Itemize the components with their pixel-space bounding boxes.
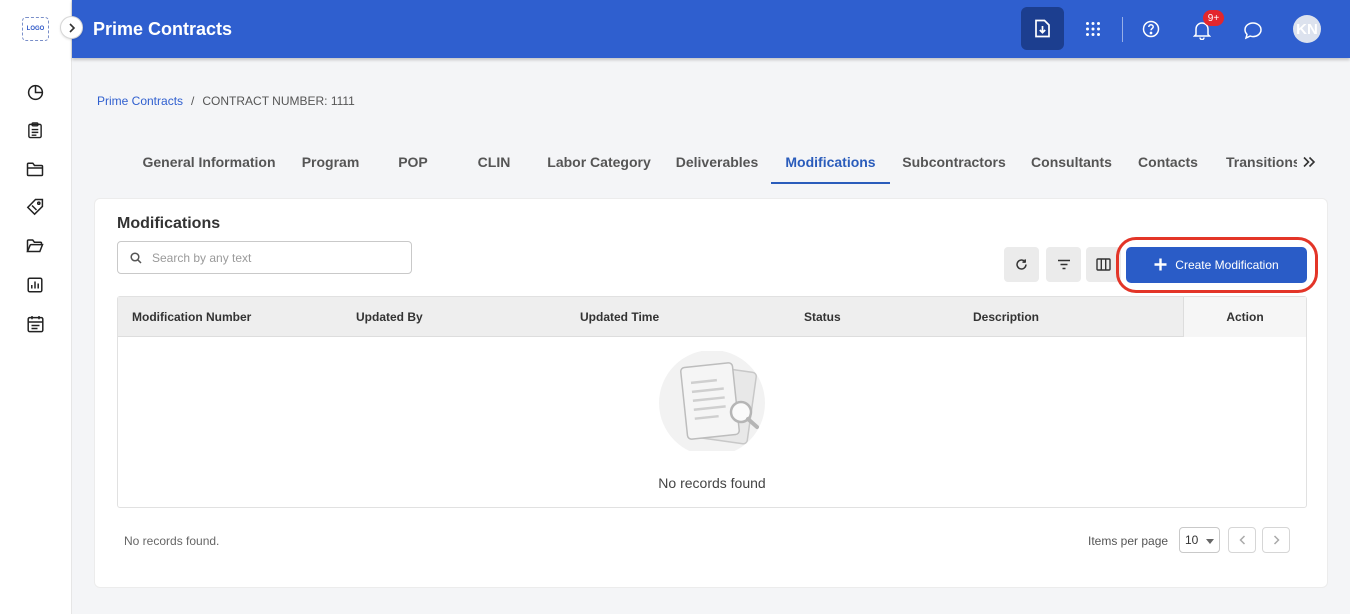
tabs-scroll-right-button[interactable] [1296, 148, 1322, 176]
column-header-status[interactable]: Status [804, 297, 841, 337]
folder-icon[interactable] [25, 159, 45, 179]
breadcrumb-separator: / [191, 94, 195, 108]
search-icon [130, 251, 142, 264]
column-header-action: Action [1183, 297, 1306, 337]
filter-button[interactable] [1046, 247, 1081, 282]
previous-page-button[interactable] [1228, 527, 1256, 553]
panel-title: Modifications [117, 215, 221, 232]
next-page-button[interactable] [1262, 527, 1290, 553]
double-chevron-right-icon [1303, 156, 1316, 168]
breadcrumb: Prime Contracts / CONTRACT NUMBER: 1111 [97, 94, 355, 108]
tab-transitions[interactable]: Transitions [1211, 146, 1297, 184]
breadcrumb-link-prime-contracts[interactable]: Prime Contracts [97, 94, 183, 108]
tab-pop[interactable]: POP [373, 146, 453, 184]
top-bar: Prime Contracts 9+ KN [72, 0, 1350, 58]
tag-icon[interactable] [25, 197, 45, 217]
dashboard-pie-icon[interactable] [25, 82, 45, 102]
tab-general-information[interactable]: General Information [130, 146, 288, 184]
chevron-right-icon [68, 22, 75, 33]
tab-program[interactable]: Program [288, 146, 373, 184]
help-icon[interactable] [1141, 19, 1161, 39]
search-input[interactable] [152, 250, 392, 265]
column-header-updated-by[interactable]: Updated By [356, 297, 423, 337]
columns-button[interactable] [1086, 247, 1121, 282]
tab-modifications[interactable]: Modifications [771, 146, 890, 184]
user-avatar[interactable]: KN [1293, 15, 1321, 43]
modifications-panel: Modifications Create Modification Modifi… [94, 198, 1328, 588]
tab-clin[interactable]: CLIN [453, 146, 535, 184]
download-button[interactable] [1021, 7, 1064, 50]
clipboard-icon[interactable] [25, 120, 45, 140]
tab-deliverables[interactable]: Deliverables [663, 146, 771, 184]
record-count-text: No records found. [124, 534, 220, 548]
column-header-modification-number[interactable]: Modification Number [132, 297, 251, 337]
refresh-icon [1016, 259, 1027, 270]
app-grid-icon[interactable] [1083, 19, 1103, 39]
breadcrumb-current: CONTRACT NUMBER: 1111 [202, 94, 355, 108]
logo: LOGO [22, 17, 49, 41]
dropdown-caret-icon [1206, 539, 1214, 544]
chevron-right-icon [1273, 535, 1280, 545]
create-modification-button[interactable]: Create Modification [1126, 247, 1307, 283]
column-header-description[interactable]: Description [973, 297, 1039, 337]
app-title: Prime Contracts [93, 19, 233, 39]
empty-state-message: No records found [658, 475, 766, 491]
calendar-icon[interactable] [25, 314, 45, 334]
top-bar-divider [1122, 17, 1123, 42]
tab-labor-category[interactable]: Labor Category [535, 146, 663, 184]
columns-icon [1096, 258, 1111, 271]
file-download-icon [1035, 19, 1050, 38]
items-per-page-select[interactable]: 10 [1179, 527, 1220, 553]
empty-documents-illustration [659, 351, 765, 451]
table-header: Modification Number Updated By Updated T… [118, 297, 1306, 337]
plus-icon [1154, 255, 1167, 275]
folder-open-icon[interactable] [25, 236, 45, 256]
modifications-table: Modification Number Updated By Updated T… [117, 296, 1307, 508]
chat-icon[interactable] [1242, 19, 1264, 41]
report-chart-icon[interactable] [25, 275, 45, 295]
sidebar-toggle-button[interactable] [60, 16, 83, 39]
tab-consultants[interactable]: Consultants [1018, 146, 1125, 184]
tab-contacts[interactable]: Contacts [1125, 146, 1211, 184]
filter-icon [1057, 259, 1070, 270]
create-modification-label: Create Modification [1175, 258, 1279, 272]
column-header-updated-time[interactable]: Updated Time [580, 297, 659, 337]
tab-subcontractors[interactable]: Subcontractors [890, 146, 1018, 184]
notification-badge: 9+ [1203, 10, 1224, 26]
refresh-button[interactable] [1004, 247, 1039, 282]
sidebar: LOGO [0, 0, 72, 614]
chevron-left-icon [1238, 535, 1245, 545]
search-box[interactable] [117, 241, 412, 274]
items-per-page-label: Items per page [1088, 534, 1169, 548]
items-per-page-value: 10 [1185, 533, 1199, 547]
